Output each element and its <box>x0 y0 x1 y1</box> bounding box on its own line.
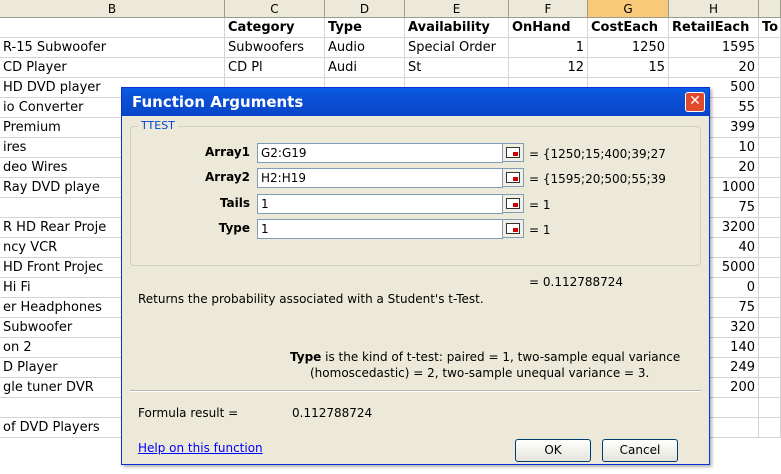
column-header-i[interactable] <box>759 0 781 18</box>
cell-i[interactable] <box>759 378 781 398</box>
cell-i[interactable] <box>759 98 781 118</box>
argument-help-text: is the kind of t-test: paired = 1, two-s… <box>325 350 681 364</box>
range-select-icon <box>506 147 520 158</box>
array2-label: Array2 <box>204 170 250 184</box>
dialog-title[interactable]: Function Arguments <box>122 88 709 116</box>
cell-header-costeach[interactable]: CostEach <box>588 18 669 38</box>
cell-g[interactable]: 15 <box>588 58 669 78</box>
cell-e[interactable]: St <box>405 58 509 78</box>
function-name-label: TTEST <box>138 119 178 132</box>
cell-d[interactable]: Audio <box>325 38 405 58</box>
cell-i[interactable] <box>759 318 781 338</box>
cell-i[interactable] <box>759 258 781 278</box>
cell-i[interactable] <box>759 58 781 78</box>
ok-button[interactable]: OK <box>515 439 591 462</box>
cell-i[interactable] <box>759 338 781 358</box>
cell-i[interactable] <box>759 118 781 138</box>
cell-i[interactable] <box>759 398 781 418</box>
cell-header-b[interactable] <box>0 18 225 38</box>
cell-i[interactable] <box>759 178 781 198</box>
cell-i[interactable] <box>759 138 781 158</box>
tails-label: Tails <box>219 196 250 210</box>
column-header-e[interactable]: E <box>405 0 509 18</box>
function-arguments-dialog: Function Arguments ✕ TTEST Array1 G2:G19… <box>121 87 710 465</box>
array1-result: = {1250;15;400;39;27 <box>529 147 666 161</box>
cell-e[interactable]: Special Order <box>405 38 509 58</box>
close-button[interactable]: ✕ <box>685 92 705 112</box>
cell-d[interactable]: Audi <box>325 58 405 78</box>
argument-help: Type is the kind of t-test: paired = 1, … <box>290 350 680 364</box>
argument-help-name: Type <box>290 350 322 364</box>
cell-header-availability[interactable]: Availability <box>405 18 509 38</box>
range-select-icon <box>506 198 520 209</box>
column-header-c[interactable]: C <box>225 0 325 18</box>
cell-i[interactable] <box>759 158 781 178</box>
formula-result-label: Formula result = <box>138 406 239 420</box>
array1-label: Array1 <box>204 145 250 159</box>
array1-input[interactable]: G2:G19 <box>257 143 503 163</box>
type-result: = 1 <box>529 223 551 237</box>
argument-help-line2: (homoscedastic) = 2, two-sample unequal … <box>310 366 650 380</box>
tails-input[interactable]: 1 <box>257 194 503 214</box>
column-header-d[interactable]: D <box>325 0 405 18</box>
cell-header-onhand[interactable]: OnHand <box>509 18 588 38</box>
column-header-b[interactable]: B <box>0 0 225 18</box>
column-header-h[interactable]: H <box>669 0 759 18</box>
cell-h[interactable]: 1595 <box>669 38 759 58</box>
cell-g[interactable]: 1250 <box>588 38 669 58</box>
column-header-g[interactable]: G <box>588 0 669 18</box>
table-row: CD Player CD Pl Audi St 12 15 20 <box>0 58 781 78</box>
cell-h[interactable]: 20 <box>669 58 759 78</box>
cell-header-to[interactable]: To <box>759 18 781 38</box>
type-input[interactable]: 1 <box>257 219 503 239</box>
cell-i[interactable] <box>759 38 781 58</box>
help-link[interactable]: Help on this function <box>138 441 263 455</box>
function-result: = 0.112788724 <box>529 275 624 289</box>
dialog-separator <box>130 390 701 392</box>
function-description: Returns the probability associated with … <box>138 292 484 306</box>
cell-i[interactable] <box>759 358 781 378</box>
cell-f[interactable]: 12 <box>509 58 588 78</box>
array1-collapse-button[interactable] <box>502 143 524 162</box>
array2-collapse-button[interactable] <box>502 168 524 187</box>
cell-f[interactable]: 1 <box>509 38 588 58</box>
formula-result-value: 0.112788724 <box>292 406 373 420</box>
cell-i[interactable] <box>759 198 781 218</box>
cancel-button[interactable]: Cancel <box>602 439 678 462</box>
cell-i[interactable] <box>759 238 781 258</box>
cell-header-type[interactable]: Type <box>325 18 405 38</box>
range-select-icon <box>506 172 520 183</box>
tails-result: = 1 <box>529 198 551 212</box>
cell-i[interactable] <box>759 218 781 238</box>
cell-i[interactable] <box>759 78 781 98</box>
cell-i[interactable] <box>759 298 781 318</box>
cell-header-category[interactable]: Category <box>225 18 325 38</box>
type-label: Type <box>218 221 250 235</box>
table-row: R-15 Subwoofer Subwoofers Audio Special Ord… <box>0 38 781 58</box>
cell-c[interactable]: Subwoofers <box>225 38 325 58</box>
tails-collapse-button[interactable] <box>502 194 524 213</box>
cell-b[interactable]: R-15 Subwoofer <box>0 38 225 58</box>
array2-input[interactable]: H2:H19 <box>257 168 503 188</box>
cell-c[interactable]: CD Pl <box>225 58 325 78</box>
range-select-icon <box>506 223 520 234</box>
header-row: Category Type Availability OnHand CostEa… <box>0 18 781 38</box>
cell-i[interactable] <box>759 278 781 298</box>
cell-header-retaileach[interactable]: RetailEach <box>669 18 759 38</box>
cell-i[interactable] <box>759 418 781 438</box>
close-icon: ✕ <box>689 93 701 109</box>
cell-b[interactable]: CD Player <box>0 58 225 78</box>
column-header-f[interactable]: F <box>509 0 588 18</box>
array2-result: = {1595;20;500;55;39 <box>529 172 666 186</box>
type-collapse-button[interactable] <box>502 219 524 238</box>
